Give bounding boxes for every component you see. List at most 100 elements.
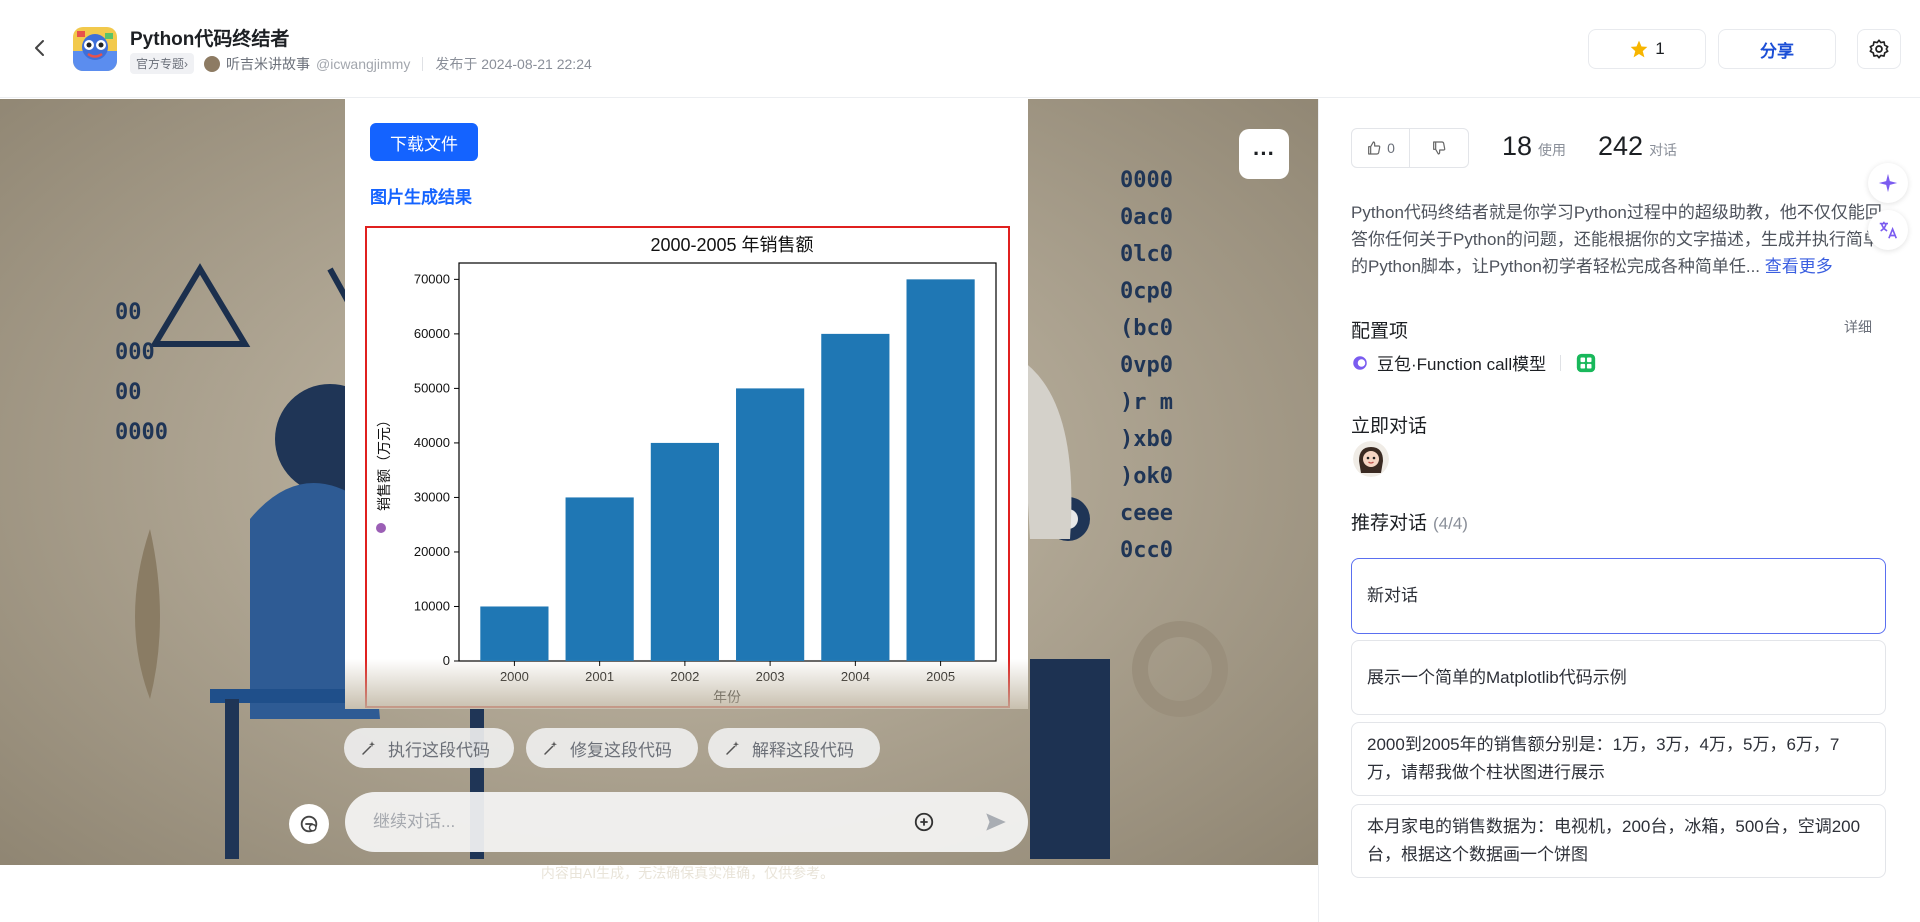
back-arrow-icon[interactable] xyxy=(28,36,52,60)
y-tick-label: 30000 xyxy=(414,489,450,504)
recommended-count: (4/4) xyxy=(1433,514,1468,533)
svg-text:0cc0: 0cc0 xyxy=(1120,538,1173,563)
see-more-link[interactable]: 查看更多 xyxy=(1765,257,1833,276)
star-icon xyxy=(1630,40,1648,58)
like-count: 0 xyxy=(1387,140,1395,156)
author-handle: @icwangjimmy xyxy=(316,55,411,72)
svg-text:0cp0: 0cp0 xyxy=(1120,279,1173,304)
chart-bar-2001 xyxy=(565,497,634,661)
sparkle-icon xyxy=(1878,173,1898,193)
divider xyxy=(1560,354,1562,371)
chart-bar-2003 xyxy=(736,388,805,661)
doubao-model-icon xyxy=(1353,355,1367,370)
recommended-item-label: 新对话 xyxy=(1367,586,1418,605)
recommended-item[interactable]: 展示一个简单的Matplotlib代码示例 xyxy=(1351,640,1886,715)
chat-input[interactable] xyxy=(373,792,913,852)
favorite-count: 1 xyxy=(1655,39,1665,58)
chart-bar-2005 xyxy=(906,279,975,661)
svg-text:(bc0: (bc0 xyxy=(1120,316,1173,341)
bar-chart: 2000-2005 年销售额 0 10000 20000 30000 40000 5000… xyxy=(376,235,997,705)
add-attachment-icon[interactable] xyxy=(913,811,935,833)
plugin-icon[interactable] xyxy=(1575,352,1597,374)
top-header: Python代码终结者 官方专题› 听吉米讲故事 @icwangjimmy 发布… xyxy=(0,0,1920,98)
translate-icon xyxy=(1879,221,1898,239)
svg-text:)ok0: )ok0 xyxy=(1120,464,1173,489)
more-options-button[interactable]: ··· xyxy=(1239,129,1289,179)
fix-code-label: 修复这段代码 xyxy=(570,740,672,760)
category-tag[interactable]: 官方专题› xyxy=(130,53,194,74)
chart-frame: 2000-2005 年销售额 0 10000 20000 30000 40000 5000… xyxy=(365,226,1010,708)
magic-wand-icon xyxy=(362,741,375,755)
run-code-label: 执行这段代码 xyxy=(388,740,490,760)
x-tick-label: 2001 xyxy=(585,669,614,684)
ai-disclaimer: 内容由AI生成，无法确保真实准确，仅供参考。 xyxy=(540,865,835,881)
chart-marker-dot xyxy=(376,523,386,533)
conversation-label: 对话 xyxy=(1649,142,1678,158)
chart-title: 2000-2005 年销售额 xyxy=(650,235,813,255)
vote-box: 0 xyxy=(1351,128,1469,168)
config-detail-link[interactable]: 详细 xyxy=(1844,317,1872,337)
recommended-item-label: 展示一个简单的Matplotlib代码示例 xyxy=(1367,667,1627,687)
send-icon[interactable] xyxy=(983,809,1009,835)
chart-bar-2000 xyxy=(480,606,549,661)
settings-button[interactable] xyxy=(1857,29,1901,69)
divider xyxy=(422,56,424,71)
y-tick-label: 70000 xyxy=(414,271,450,286)
usage-stat: 18 使用 xyxy=(1502,131,1566,162)
character-avatar[interactable] xyxy=(1353,441,1389,477)
recommended-item-new-chat[interactable]: 新对话 xyxy=(1351,558,1886,634)
conversation-count: 242 xyxy=(1598,131,1644,161)
recommended-item-label: 本月家电的销售数据为：电视机，200台，冰箱，500台，空调200台，根据这个数… xyxy=(1367,817,1861,864)
favorite-button[interactable]: 1 xyxy=(1588,29,1706,69)
bot-description: Python代码终结者就是你学习Python过程中的超级助教，他不仅仅能回答你任… xyxy=(1351,199,1896,280)
usage-label: 使用 xyxy=(1538,142,1567,158)
y-tick-label: 60000 xyxy=(414,326,450,341)
chart-bar-2004 xyxy=(821,333,890,661)
magic-wand-icon xyxy=(726,741,739,755)
recommended-item[interactable]: 本月家电的销售数据为：电视机，200台，冰箱，500台，空调200台，根据这个数… xyxy=(1351,804,1886,878)
model-row: 豆包·Function call模型 xyxy=(1351,350,1597,375)
svg-text:ceee: ceee xyxy=(1120,501,1173,526)
svg-text:0lc0: 0lc0 xyxy=(1120,242,1173,267)
svg-text:000: 000 xyxy=(115,340,155,365)
translate-button[interactable] xyxy=(1868,210,1908,250)
conversation-stat: 242 对话 xyxy=(1598,131,1677,162)
author-name[interactable]: 听吉米讲故事 xyxy=(226,54,310,74)
recommended-label: 推荐对话 xyxy=(1351,513,1428,534)
magic-wand-icon xyxy=(544,741,557,755)
chat-message-card: 下载文件 图片生成结果 2000-2005 年销售额 0 10000 20000 30… xyxy=(345,99,1028,709)
download-file-button[interactable]: 下载文件 xyxy=(370,123,478,161)
svg-text:0vp0: 0vp0 xyxy=(1120,353,1173,378)
y-tick-label: 20000 xyxy=(414,544,450,559)
share-button[interactable]: 分享 xyxy=(1718,29,1836,69)
y-axis-label: 销售额（万元） xyxy=(376,413,392,511)
publish-date: 发布于 2024-08-21 22:24 xyxy=(435,55,592,72)
x-tick-label: 2002 xyxy=(670,669,699,684)
explain-code-button[interactable]: 解释这段代码 xyxy=(708,728,880,768)
svg-text:0000: 0000 xyxy=(115,420,168,445)
fix-code-button[interactable]: 修复这段代码 xyxy=(526,728,698,768)
model-name[interactable]: 豆包·Function call模型 xyxy=(1377,350,1546,375)
app-avatar xyxy=(73,27,117,71)
run-code-button[interactable]: 执行这段代码 xyxy=(344,728,514,768)
thumbs-up-icon xyxy=(1368,141,1381,155)
x-tick-label: 2000 xyxy=(500,669,529,684)
x-tick-label: 2003 xyxy=(756,669,785,684)
author-avatar xyxy=(204,55,220,72)
dislike-button[interactable] xyxy=(1410,129,1468,167)
y-tick-label: 10000 xyxy=(414,598,450,613)
like-button[interactable]: 0 xyxy=(1352,129,1410,167)
recommended-item[interactable]: 2000到2005年的销售额分别是：1万，3万，4万，5万，6万，7万，请帮我做… xyxy=(1351,722,1886,796)
config-title: 配置项 xyxy=(1351,321,1409,342)
svg-text:)r m: )r m xyxy=(1120,390,1173,415)
y-tick-label: 0 xyxy=(443,653,450,668)
x-tick-label: 2005 xyxy=(926,669,955,684)
gear-icon xyxy=(1869,39,1889,59)
clear-context-button[interactable] xyxy=(289,804,329,844)
meta-row: 官方专题› 听吉米讲故事 @icwangjimmy 发布于 2024-08-21… xyxy=(130,53,592,74)
y-tick-label: 40000 xyxy=(414,435,450,450)
image-result-title: 图片生成结果 xyxy=(370,188,472,207)
y-tick-label: 50000 xyxy=(414,380,450,395)
ai-assist-button[interactable] xyxy=(1868,163,1908,203)
svg-text:0ac0: 0ac0 xyxy=(1120,205,1173,230)
